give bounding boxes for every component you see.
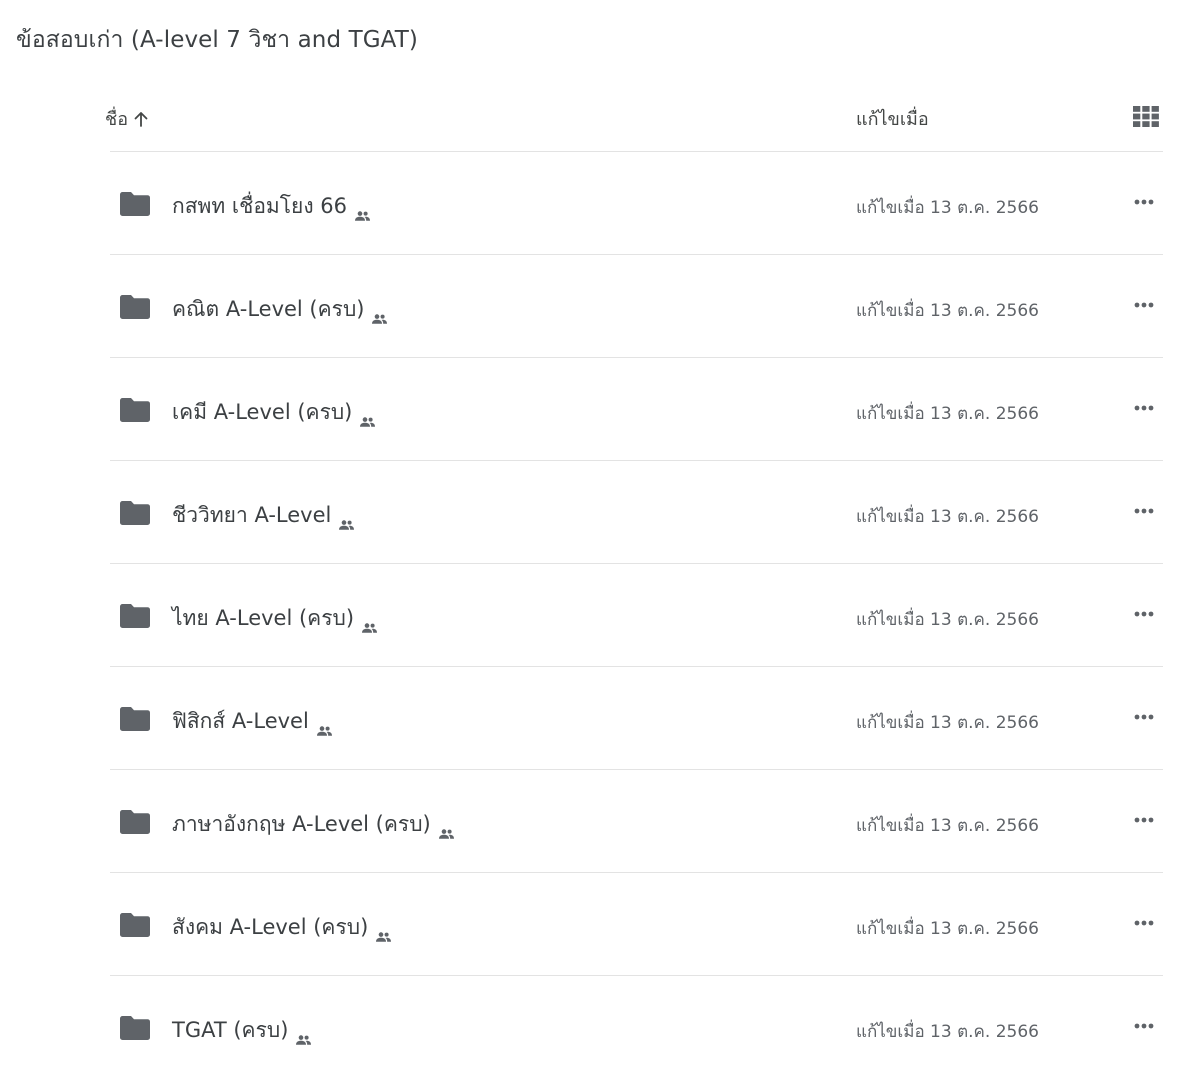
more-horizontal-icon [1134,1023,1154,1029]
folder-icon [120,810,150,834]
modified-date: แก้ไขเมื่อ 13 ต.ค. 2566 [856,198,1039,218]
more-actions-button[interactable] [1128,495,1160,527]
folder-row[interactable]: TGAT (ครบ) แก้ไขเมื่อ 13 ต.ค. 2566 [110,975,1163,1078]
modified-date: แก้ไขเมื่อ 13 ต.ค. 2566 [856,816,1039,836]
name-column-label: ชื่อ [105,109,129,130]
arrow-up-icon [132,110,150,128]
folder-name-text: เคมี A-Level (ครบ) [172,400,353,424]
folder-icon [120,1016,150,1040]
more-actions-button[interactable] [1128,186,1160,218]
folder-icon [120,192,150,216]
page-title: ข้อสอบเก่า (A-level 7 วิชา and TGAT) [16,27,418,53]
modified-date: แก้ไขเมื่อ 13 ต.ค. 2566 [856,507,1039,527]
more-actions-button[interactable] [1128,1010,1160,1042]
folder-name: เคมี A-Level (ครบ) [172,396,376,429]
modified-date: แก้ไขเมื่อ 13 ต.ค. 2566 [856,919,1039,939]
grid-view-icon[interactable] [1133,106,1159,127]
shared-people-icon [360,408,376,427]
folder-icon [120,295,150,319]
folder-name-text: สังคม A-Level (ครบ) [172,915,369,939]
folder-icon [120,913,150,937]
more-horizontal-icon [1134,611,1154,617]
shared-people-icon [355,202,371,221]
more-actions-button[interactable] [1128,804,1160,836]
folder-name-text: ชีววิทยา A-Level [172,503,332,527]
modified-column-label[interactable]: แก้ไขเมื่อ [856,104,929,133]
more-horizontal-icon [1134,199,1154,205]
modified-date: แก้ไขเมื่อ 13 ต.ค. 2566 [856,301,1039,321]
shared-people-icon [376,923,392,942]
folder-name: คณิต A-Level (ครบ) [172,293,388,326]
shared-people-icon [296,1026,312,1045]
folder-row[interactable]: เคมี A-Level (ครบ) แก้ไขเมื่อ 13 ต.ค. 25… [110,357,1163,460]
folder-icon [120,707,150,731]
more-actions-button[interactable] [1128,392,1160,424]
more-horizontal-icon [1134,508,1154,514]
more-horizontal-icon [1134,920,1154,926]
folder-row[interactable]: ชีววิทยา A-Level แก้ไขเมื่อ 13 ต.ค. 2566 [110,460,1163,563]
folder-row[interactable]: ฟิสิกส์ A-Level แก้ไขเมื่อ 13 ต.ค. 2566 [110,666,1163,769]
more-actions-button[interactable] [1128,289,1160,321]
more-horizontal-icon [1134,714,1154,720]
folder-name-text: คณิต A-Level (ครบ) [172,297,365,321]
folder-name: TGAT (ครบ) [172,1014,312,1047]
folder-icon [120,501,150,525]
folder-name-text: กสพท เชื่อมโยง 66 [172,194,348,218]
folder-name: ฟิสิกส์ A-Level [172,705,332,738]
more-actions-button[interactable] [1128,598,1160,630]
modified-date: แก้ไขเมื่อ 13 ต.ค. 2566 [856,1022,1039,1042]
more-actions-button[interactable] [1128,701,1160,733]
shared-people-icon [372,305,388,324]
folder-icon [120,398,150,422]
more-actions-button[interactable] [1128,907,1160,939]
folder-name: ชีววิทยา A-Level [172,499,355,532]
more-horizontal-icon [1134,817,1154,823]
folder-list: กสพท เชื่อมโยง 66 แก้ไขเมื่อ 13 ต.ค. 256… [110,151,1163,1078]
sort-by-name-button[interactable]: ชื่อ [105,104,150,133]
folder-row[interactable]: ไทย A-Level (ครบ) แก้ไขเมื่อ 13 ต.ค. 256… [110,563,1163,666]
shared-people-icon [362,614,378,633]
folder-row[interactable]: กสพท เชื่อมโยง 66 แก้ไขเมื่อ 13 ต.ค. 256… [110,151,1163,254]
folder-name-text: TGAT (ครบ) [172,1018,289,1042]
folder-name-text: ฟิสิกส์ A-Level [172,709,309,733]
list-header: ชื่อ แก้ไขเมื่อ [0,96,1200,138]
more-horizontal-icon [1134,302,1154,308]
modified-date: แก้ไขเมื่อ 13 ต.ค. 2566 [856,610,1039,630]
shared-people-icon [316,717,332,736]
folder-name: กสพท เชื่อมโยง 66 [172,190,371,223]
modified-date: แก้ไขเมื่อ 13 ต.ค. 2566 [856,404,1039,424]
folder-row[interactable]: สังคม A-Level (ครบ) แก้ไขเมื่อ 13 ต.ค. 2… [110,872,1163,975]
folder-name: สังคม A-Level (ครบ) [172,911,392,944]
folder-name: ไทย A-Level (ครบ) [172,602,378,635]
modified-date: แก้ไขเมื่อ 13 ต.ค. 2566 [856,713,1039,733]
folder-name: ภาษาอังกฤษ A-Level (ครบ) [172,808,454,841]
shared-people-icon [339,511,355,530]
more-horizontal-icon [1134,405,1154,411]
folder-row[interactable]: ภาษาอังกฤษ A-Level (ครบ) แก้ไขเมื่อ 13 ต… [110,769,1163,872]
folder-icon [120,604,150,628]
folder-name-text: ไทย A-Level (ครบ) [172,606,355,630]
folder-row[interactable]: คณิต A-Level (ครบ) แก้ไขเมื่อ 13 ต.ค. 25… [110,254,1163,357]
folder-name-text: ภาษาอังกฤษ A-Level (ครบ) [172,812,431,836]
shared-people-icon [438,820,454,839]
